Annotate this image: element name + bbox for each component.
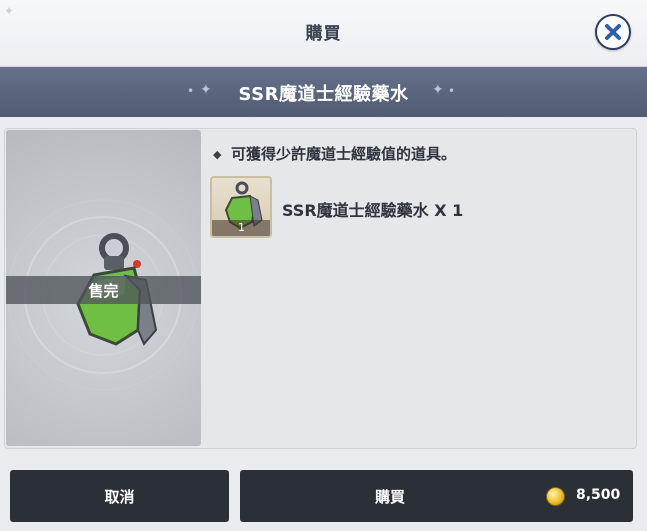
reward-label: SSR魔道士經驗藥水 X 1 bbox=[282, 201, 464, 220]
buy-button[interactable]: 購買 8,500 bbox=[240, 470, 633, 522]
sparkle-icon: ✦ bbox=[432, 82, 444, 98]
item-name-bar: • ✦ SSR魔道士經驗藥水 ✦ • bbox=[0, 67, 647, 117]
title-bar: 購買 bbox=[0, 0, 647, 67]
item-preview: 售完 bbox=[6, 130, 201, 446]
close-icon bbox=[605, 24, 621, 40]
item-name: SSR魔道士經驗藥水 bbox=[238, 84, 409, 105]
sparkle-icon: • bbox=[448, 84, 456, 98]
cancel-button[interactable]: 取消 bbox=[10, 470, 229, 522]
price-label: 8,500 bbox=[576, 487, 621, 503]
item-description: 可獲得少許魔道士經驗值的道具。 bbox=[231, 145, 457, 163]
bullet-diamond-icon: ◆ bbox=[213, 148, 222, 161]
reward-quantity: 1 bbox=[212, 220, 270, 236]
buy-button-label: 購買 bbox=[374, 488, 405, 506]
cancel-button-label: 取消 bbox=[104, 487, 135, 506]
close-button[interactable] bbox=[595, 14, 631, 50]
reward-item-thumbnail: 1 bbox=[210, 176, 272, 238]
corner-sparkle-icon: ✦ bbox=[4, 4, 15, 18]
sold-out-label: 售完 bbox=[88, 282, 119, 300]
gold-coin-icon bbox=[546, 487, 565, 506]
dialog-title: 購買 bbox=[305, 24, 342, 44]
